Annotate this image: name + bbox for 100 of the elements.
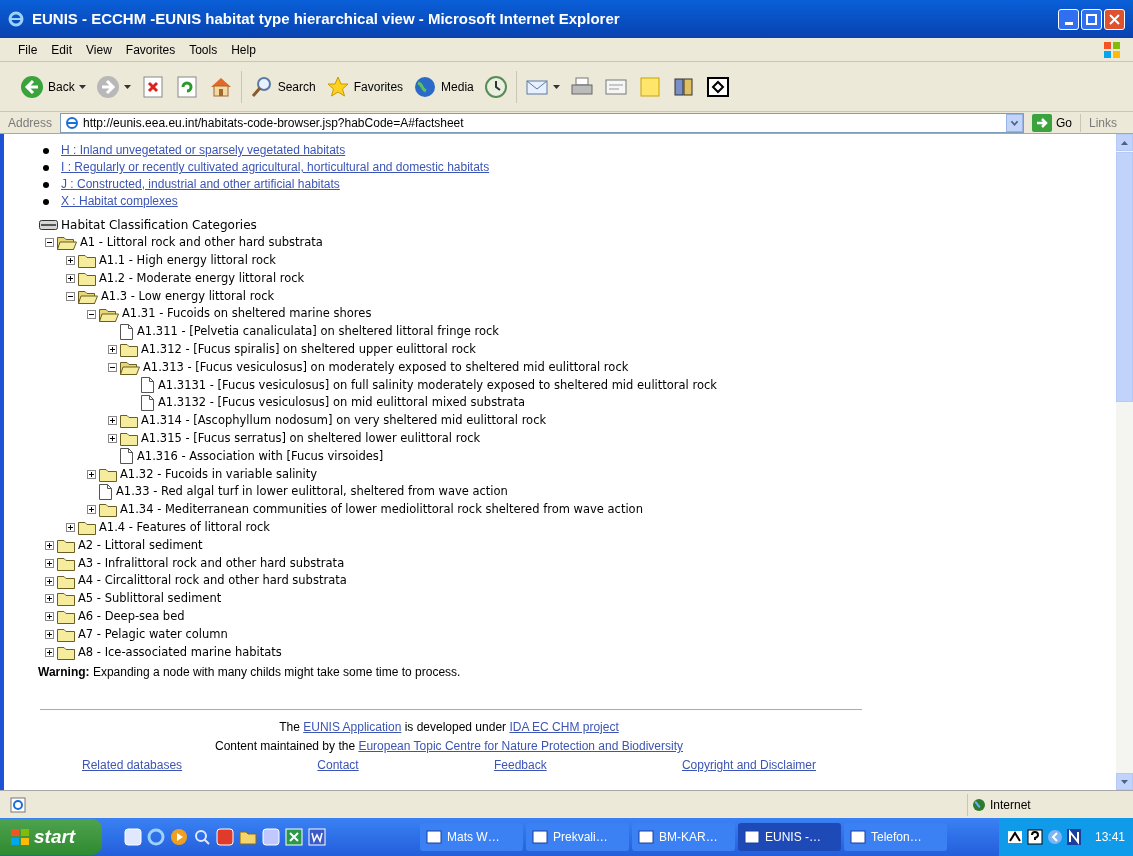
tree-node-label[interactable]: A1.33 - Red algal turf in lower eulittoral, sheltered from wave action (116, 483, 508, 501)
collapse-button[interactable] (108, 362, 117, 372)
menu-item[interactable]: View (80, 40, 118, 59)
links-button[interactable]: Links (1080, 113, 1129, 132)
footer-link[interactable]: Contact (317, 756, 359, 776)
menu-item[interactable]: Edit (45, 40, 79, 59)
scroll-down-button[interactable] (1116, 773, 1133, 790)
tree-node-label[interactable]: A8 - Ice-associated marine habitats (78, 643, 282, 661)
expand-button[interactable] (45, 540, 54, 550)
tree-node-label[interactable]: A6 - Deep-sea bed (78, 608, 185, 626)
taskbar-button[interactable]: Telefon… (844, 823, 947, 851)
expand-button[interactable] (45, 647, 54, 657)
folder-icon[interactable] (239, 828, 257, 846)
expand-button[interactable] (66, 523, 75, 533)
tree-node-label[interactable]: A1.3132 - [Fucus vesiculosus] on mid eulittoral mixed substrata (158, 394, 525, 412)
address-field[interactable]: http://eunis.eea.eu.int/habitats-code-browser.jsp?habCode=A#factsheet (60, 112, 1024, 133)
tree-node-label[interactable]: A1.31 - Fucoids on sheltered marine shores (122, 305, 372, 323)
expand-button[interactable] (87, 505, 96, 515)
footer-link[interactable]: Related databases (82, 756, 183, 776)
habitat-link[interactable]: X : Habitat complexes (61, 193, 178, 210)
spreadsheet-icon[interactable] (285, 828, 303, 846)
media-button[interactable]: Media (411, 68, 476, 105)
collapse-button[interactable] (87, 309, 96, 319)
expand-button[interactable] (45, 629, 54, 639)
search-button[interactable]: Search (247, 68, 318, 105)
tree-node-label[interactable]: A1.2 - Moderate energy littoral rock (99, 269, 305, 288)
tree-node-label[interactable]: A3 - Infralittoral rock and other hard substrata (78, 554, 345, 572)
go-button[interactable]: Go (1027, 113, 1076, 132)
tree-node-label[interactable]: A1.32 - Fucoids in variable salinity (120, 465, 318, 483)
footer-link[interactable]: IDA EC CHM project (509, 720, 619, 735)
folder-icon (99, 502, 117, 518)
taskbar-button[interactable]: EUNIS -… (738, 823, 841, 851)
bullet-icon (43, 147, 49, 154)
app-icon[interactable] (216, 828, 234, 846)
habitat-link[interactable]: J : Constructed, industrial and other artificial habitats (61, 176, 340, 193)
tree-node-label[interactable]: A1.314 - [Ascophyllum nodosum] on very sheltered mid eulittoral rock (141, 412, 547, 430)
tree-node-label[interactable]: A1.312 - [Fucus spiralis] on sheltered upper eulittoral rock (141, 341, 476, 359)
expand-button[interactable] (66, 274, 75, 283)
scroll-up-button[interactable] (1116, 134, 1133, 151)
down-arrow-icon (1121, 779, 1128, 784)
tree-node-label[interactable]: A7 - Pelagic water column (78, 625, 228, 644)
language-icon[interactable] (1066, 829, 1081, 845)
tree-node-label[interactable]: A1.313 - [Fucus vesiculosus] on moderately exposed to sheltered mid eulittoral rock (143, 358, 629, 377)
collapse-button[interactable] (66, 291, 75, 301)
scroll-thumb[interactable] (1116, 152, 1133, 402)
minimize-button[interactable] (1058, 8, 1079, 30)
expand-button[interactable] (108, 345, 117, 355)
menu-item[interactable]: Help (225, 40, 262, 59)
footer-link[interactable]: EUNIS Application (303, 720, 402, 735)
footer-link[interactable]: Feedback (493, 756, 547, 776)
expand-button[interactable] (66, 256, 75, 266)
window-title: EUNIS - ECCHM -EUNIS habitat type hierarchical view - Microsoft Internet Explorer (32, 8, 621, 29)
expand-button[interactable] (108, 434, 117, 444)
tree-node-label[interactable]: A2 - Littoral sediment (78, 536, 203, 555)
note-icon (637, 74, 662, 99)
media-player-icon[interactable] (170, 828, 188, 846)
expand-button[interactable] (45, 612, 54, 622)
taskbar-button[interactable]: Prekvali… (526, 823, 629, 851)
search-icon[interactable] (193, 828, 211, 846)
tree-node-label[interactable]: A1.316 - Association with [Fucus virsoides] (137, 447, 384, 466)
footer-link[interactable]: Copyright and Disclaimer (681, 756, 816, 776)
tree-node-label[interactable]: A1.4 - Features of littoral rock (99, 519, 271, 537)
window-icon (638, 829, 654, 845)
start-button[interactable]: start (0, 819, 102, 855)
tree-node-label[interactable]: A1 - Littoral rock and other hard substrata (80, 234, 323, 252)
expand-button[interactable] (45, 594, 54, 604)
tool-icon[interactable] (262, 828, 280, 846)
menu-item[interactable]: Tools (183, 40, 224, 59)
browser-icon[interactable] (147, 828, 165, 846)
settings-icon[interactable] (124, 828, 142, 846)
tray-icon[interactable] (1006, 829, 1023, 845)
tree-node-label[interactable]: A5 - Sublittoral sediment (78, 590, 222, 608)
dropdown-icon[interactable] (1005, 113, 1023, 132)
footer-link[interactable]: European Topic Centre for Nature Protection and Biodiversity (358, 739, 684, 754)
taskbar-button[interactable]: Mats W… (420, 823, 523, 851)
tree-node-label[interactable]: A1.311 - [Pelvetia canaliculata] on sheltered littoral fringe rock (137, 323, 499, 341)
close-button[interactable] (1104, 8, 1125, 30)
expand-button[interactable] (45, 576, 54, 586)
taskbar-button[interactable]: BM-KAR… (632, 823, 735, 851)
habitat-link[interactable]: H : Inland unvegetated or sparsely vegetated habitats (61, 142, 346, 159)
expand-button[interactable] (87, 469, 96, 479)
tree-node-label[interactable]: A1.3 - Low energy littoral rock (101, 287, 275, 305)
back-button[interactable]: Back (18, 68, 88, 105)
favorites-button[interactable]: Favorites (323, 68, 406, 105)
collapse-button[interactable] (45, 238, 54, 248)
maximize-button[interactable] (1081, 8, 1102, 30)
menu-item[interactable]: Favorites (119, 40, 182, 59)
tree-node-label[interactable]: A1.34 - Mediterranean communities of lower mediolittoral rock sheltered from wave action (120, 501, 643, 519)
habitat-link[interactable]: I : Regularly or recently cultivated agricultural, horticultural and domestic habitats (61, 159, 490, 176)
tree-node-label[interactable]: A4 - Circalittoral rock and other hard substrata (78, 572, 347, 590)
menu-item[interactable]: File (12, 40, 44, 59)
address-label: Address (7, 114, 54, 132)
tree-node-label[interactable]: A1.1 - High energy littoral rock (99, 252, 276, 270)
tree-node-label[interactable]: A1.315 - [Fucus serratus] on sheltered lower eulittoral rock (141, 430, 481, 448)
document-icon[interactable] (308, 828, 326, 846)
expand-button[interactable] (108, 416, 117, 426)
scrollbar[interactable] (1116, 134, 1133, 790)
expand-button[interactable] (45, 558, 54, 568)
help-icon[interactable] (1026, 829, 1043, 845)
tree-node-label[interactable]: A1.3131 - [Fucus vesiculosus] on full salinity moderately exposed to sheltered mid eulittoral rock (158, 376, 717, 394)
